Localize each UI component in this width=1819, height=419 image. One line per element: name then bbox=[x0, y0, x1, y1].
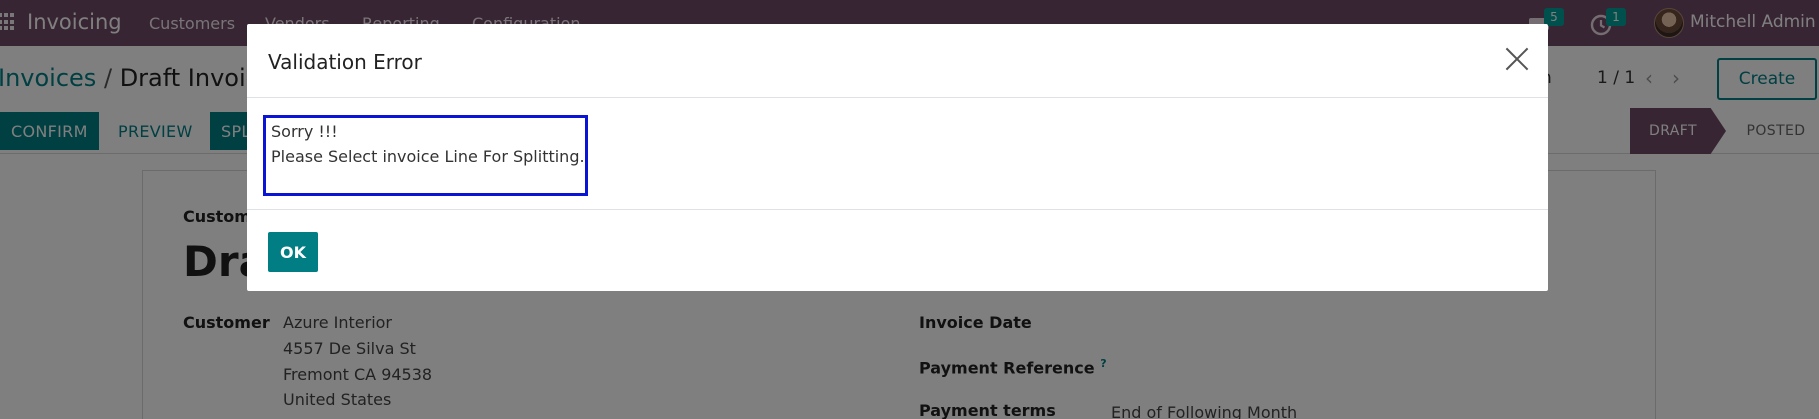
error-message-line-2: Please Select invoice Line For Splitting… bbox=[271, 147, 585, 166]
ok-button[interactable]: OK bbox=[268, 232, 318, 272]
modal-title: Validation Error bbox=[268, 50, 422, 74]
modal-header: Validation Error bbox=[247, 24, 1548, 98]
error-message-highlight: Sorry !!! Please Select invoice Line For… bbox=[263, 115, 588, 196]
close-icon[interactable] bbox=[1504, 46, 1530, 72]
validation-error-dialog: Validation Error Sorry !!! Please Select… bbox=[247, 24, 1548, 291]
error-message-line-1: Sorry !!! bbox=[271, 122, 338, 141]
modal-body: Sorry !!! Please Select invoice Line For… bbox=[247, 98, 1548, 209]
modal-footer: OK bbox=[247, 209, 1548, 291]
